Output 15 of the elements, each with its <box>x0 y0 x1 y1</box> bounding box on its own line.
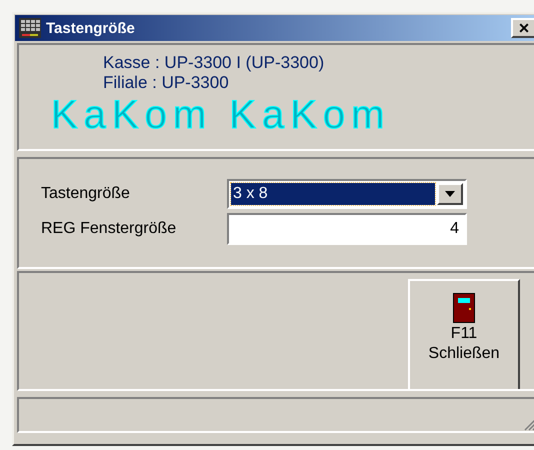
info-text: Filiale : UP-3300 <box>103 73 229 93</box>
info-text: Kasse : UP-3300 I (UP-3300) <box>103 53 324 73</box>
dropdown-arrow-button[interactable] <box>437 183 463 205</box>
size-dropdown[interactable]: 3 x 8 <box>227 179 467 209</box>
window-title: Tastengröße <box>46 20 136 36</box>
dropdown-value: 3 x 8 <box>231 183 435 205</box>
keypad-icon <box>18 17 42 39</box>
banner-text: KaKom KaKom <box>51 95 390 135</box>
caret-icon <box>444 190 456 198</box>
field-label: REG Fenstergröße <box>41 220 178 238</box>
door-icon <box>453 293 475 323</box>
close-button[interactable]: × <box>511 18 534 38</box>
field-label: Tastengröße <box>41 185 131 203</box>
close-dialog-button[interactable]: F11 Schließen <box>408 279 520 389</box>
input-field[interactable]: 4 <box>227 213 467 245</box>
